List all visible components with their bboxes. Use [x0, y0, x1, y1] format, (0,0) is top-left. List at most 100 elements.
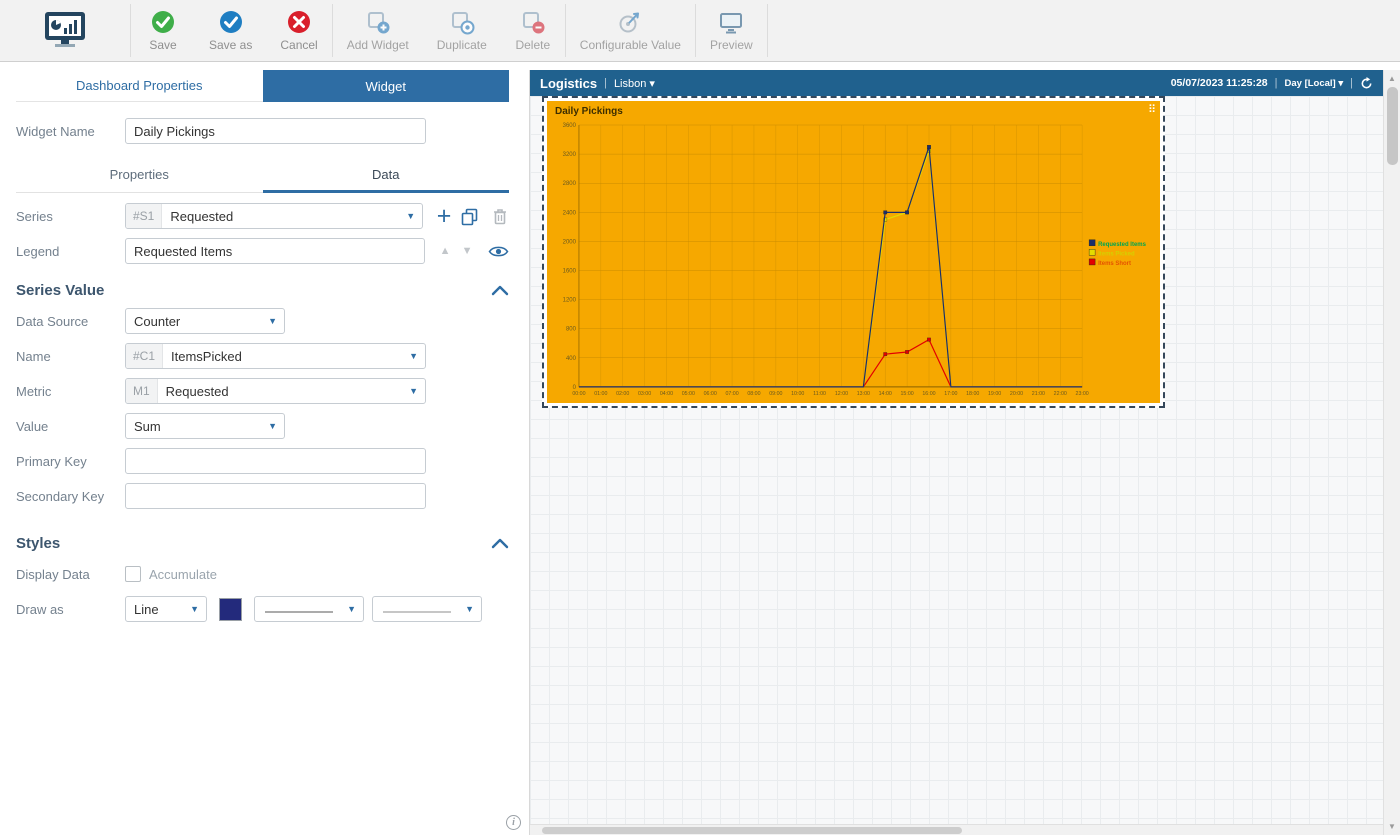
- svg-text:03:00: 03:00: [638, 391, 651, 397]
- data-source-select[interactable]: Counter ▼: [125, 308, 285, 334]
- tab-widget[interactable]: Widget: [263, 70, 510, 102]
- tab-dashboard-properties[interactable]: Dashboard Properties: [16, 70, 263, 102]
- daily-pickings-chart: 0400800120016002000240028003200360000:00…: [549, 117, 1158, 401]
- panel-tabs: Dashboard Properties Widget: [16, 70, 509, 102]
- horizontal-scrollbar[interactable]: [530, 824, 1383, 835]
- add-widget-label: Add Widget: [347, 38, 409, 52]
- series-select[interactable]: #S1 Requested ▼: [125, 203, 423, 229]
- secondary-key-input[interactable]: [125, 483, 426, 509]
- data-source-value: Counter: [126, 314, 268, 329]
- svg-text:Items Picked: Items Picked: [1098, 251, 1135, 257]
- save-as-label: Save as: [209, 38, 252, 52]
- metric-select[interactable]: M1 Requested ▼: [125, 378, 426, 404]
- collapse-styles-button[interactable]: [491, 538, 509, 549]
- refresh-icon[interactable]: [1360, 77, 1373, 90]
- svg-text:10:00: 10:00: [791, 391, 804, 397]
- styles-section-title: Styles: [16, 535, 60, 552]
- counter-name-value: ItemsPicked: [163, 349, 409, 364]
- cancel-button[interactable]: Cancel: [266, 0, 331, 61]
- value-aggregation-select[interactable]: Sum ▼: [125, 413, 285, 439]
- add-series-button[interactable]: +: [432, 203, 456, 229]
- primary-key-input[interactable]: [125, 448, 426, 474]
- legend-label: Legend: [16, 244, 125, 259]
- svg-text:Requested Items: Requested Items: [1098, 242, 1146, 248]
- metric-prefix: M1: [126, 379, 158, 403]
- svg-text:800: 800: [566, 327, 577, 333]
- svg-text:20:00: 20:00: [1010, 391, 1023, 397]
- selected-widget[interactable]: Daily Pickings ⠿ 04008001200160020002400…: [542, 96, 1165, 408]
- svg-text:14:00: 14:00: [879, 391, 892, 397]
- configurable-value-button[interactable]: Configurable Value: [566, 0, 695, 61]
- svg-text:06:00: 06:00: [704, 391, 717, 397]
- svg-text:Items Short: Items Short: [1098, 261, 1131, 267]
- svg-text:01:00: 01:00: [594, 391, 607, 397]
- counter-prefix: #C1: [126, 344, 163, 368]
- svg-text:00:00: 00:00: [572, 391, 585, 397]
- cancel-label: Cancel: [280, 38, 317, 52]
- location-dropdown[interactable]: Lisbon ▾: [614, 77, 655, 90]
- delete-label: Delete: [515, 38, 550, 52]
- draw-as-select[interactable]: Line ▼: [125, 596, 207, 622]
- duplicate-button[interactable]: Duplicate: [423, 0, 501, 61]
- duplicate-series-button[interactable]: [460, 207, 479, 226]
- scroll-up-arrow[interactable]: ▲: [1388, 70, 1396, 87]
- line-style-select[interactable]: ▼: [254, 596, 364, 622]
- primary-key-label: Primary Key: [16, 454, 125, 469]
- vertical-scrollbar[interactable]: ▲ ▼: [1383, 70, 1400, 835]
- svg-text:23:00: 23:00: [1076, 391, 1089, 397]
- line-color-swatch[interactable]: [219, 598, 242, 621]
- series-visibility-toggle[interactable]: [488, 244, 509, 259]
- legend-input[interactable]: [125, 238, 425, 264]
- trash-icon: [491, 207, 509, 226]
- configurable-value-label: Configurable Value: [580, 38, 681, 52]
- svg-text:11:00: 11:00: [813, 391, 826, 397]
- copy-icon: [460, 207, 479, 226]
- metric-value: Requested: [158, 384, 409, 399]
- horizontal-scrollbar-thumb[interactable]: [542, 827, 962, 834]
- duplicate-label: Duplicate: [437, 38, 487, 52]
- chevron-up-icon: [491, 285, 509, 296]
- move-series-up-button[interactable]: ▲: [434, 245, 456, 257]
- info-icon[interactable]: i: [506, 815, 521, 830]
- svg-text:02:00: 02:00: [616, 391, 629, 397]
- value-aggregation: Sum: [126, 419, 268, 434]
- delete-button[interactable]: Delete: [501, 0, 565, 61]
- toolbar: Save Save as Cancel Add Widget Duplicate: [0, 0, 1400, 62]
- delete-icon: [520, 9, 546, 35]
- svg-text:2000: 2000: [563, 239, 577, 245]
- chevron-down-icon: ▼: [409, 351, 418, 361]
- period-dropdown[interactable]: Day [Local] ▾: [1285, 78, 1344, 89]
- vertical-scrollbar-thumb[interactable]: [1387, 87, 1398, 165]
- move-series-down-button[interactable]: ▼: [456, 245, 478, 257]
- preview-label: Preview: [710, 38, 753, 52]
- svg-text:2400: 2400: [563, 210, 577, 216]
- svg-text:15:00: 15:00: [901, 391, 914, 397]
- save-check-icon: [150, 9, 176, 35]
- svg-text:3200: 3200: [563, 152, 577, 158]
- line-weight-select[interactable]: ▼: [372, 596, 482, 622]
- chevron-down-icon: ▼: [409, 386, 418, 396]
- subtab-properties[interactable]: Properties: [16, 158, 263, 192]
- data-source-label: Data Source: [16, 314, 125, 329]
- svg-text:21:00: 21:00: [1032, 391, 1045, 397]
- save-button[interactable]: Save: [131, 0, 195, 61]
- widget-drag-handle[interactable]: ⠿: [1148, 103, 1156, 116]
- properties-panel: Dashboard Properties Widget Widget Name …: [0, 70, 530, 835]
- preview-button[interactable]: Preview: [696, 0, 767, 61]
- value-label: Value: [16, 419, 125, 434]
- dashboard-canvas[interactable]: Daily Pickings ⠿ 04008001200160020002400…: [530, 96, 1383, 824]
- line-weight-sample-icon: [381, 610, 453, 614]
- series-value-section-title: Series Value: [16, 282, 104, 299]
- accumulate-checkbox[interactable]: [125, 566, 141, 582]
- scroll-down-arrow[interactable]: ▼: [1388, 818, 1396, 835]
- duplicate-icon: [449, 9, 475, 35]
- add-widget-button[interactable]: Add Widget: [333, 0, 423, 61]
- dashboard-header: Logistics | Lisbon ▾ 05/07/2023 11:25:28…: [530, 70, 1383, 96]
- series-value: Requested: [162, 209, 406, 224]
- subtab-data[interactable]: Data: [263, 158, 510, 193]
- delete-series-button[interactable]: [491, 207, 509, 226]
- collapse-series-value-button[interactable]: [491, 285, 509, 296]
- counter-name-select[interactable]: #C1 ItemsPicked ▼: [125, 343, 426, 369]
- widget-name-input[interactable]: [125, 118, 426, 144]
- save-as-button[interactable]: Save as: [195, 0, 266, 61]
